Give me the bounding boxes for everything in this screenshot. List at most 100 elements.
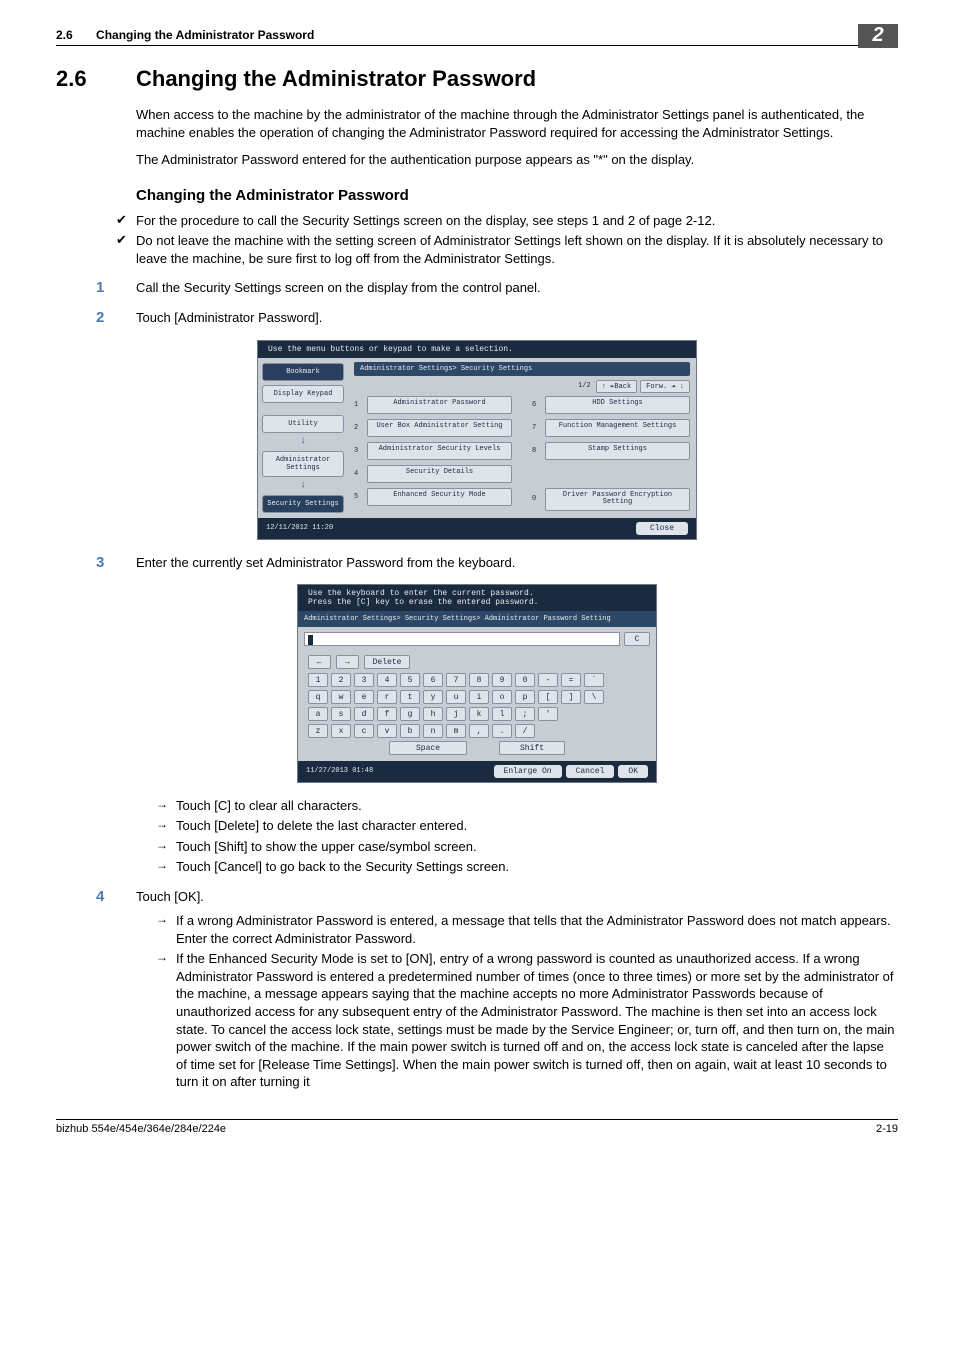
display-keypad-tab[interactable]: Display Keypad — [262, 385, 344, 403]
keyboard-key[interactable]: s — [331, 707, 351, 721]
keyboard-key[interactable]: i — [469, 690, 489, 704]
keyboard-key[interactable]: r — [377, 690, 397, 704]
check-text-2: Do not leave the machine with the settin… — [136, 232, 898, 267]
step-1-num: 1 — [96, 279, 136, 297]
keyboard-key[interactable]: b — [400, 724, 420, 738]
password-input[interactable] — [304, 632, 620, 646]
clear-button[interactable]: C — [624, 632, 650, 646]
footer-model: bizhub 554e/454e/364e/284e/224e — [56, 1123, 226, 1135]
user-box-admin-button[interactable]: User Box Administrator Setting — [367, 419, 512, 437]
keyboard-key[interactable]: \ — [584, 690, 604, 704]
keyboard-key[interactable]: j — [446, 707, 466, 721]
keyboard-key[interactable]: 1 — [308, 673, 328, 687]
cursor-right-button[interactable]: → — [336, 655, 359, 669]
page-indicator: 1/2 — [578, 380, 591, 393]
keyboard-key[interactable]: k — [469, 707, 489, 721]
keyboard-key[interactable]: , — [469, 724, 489, 738]
hdd-settings-button[interactable]: HDD Settings — [545, 396, 690, 414]
admin-sec-levels-button[interactable]: Administrator Security Levels — [367, 442, 512, 460]
menu-num: 4 — [354, 470, 362, 478]
keyboard-key[interactable]: 6 — [423, 673, 443, 687]
keyboard-key[interactable]: ' — [538, 707, 558, 721]
keyboard-key[interactable]: 3 — [354, 673, 374, 687]
keyboard-key[interactable]: 9 — [492, 673, 512, 687]
keyboard-key[interactable]: y — [423, 690, 443, 704]
space-key[interactable]: Space — [389, 741, 467, 755]
running-title: Changing the Administrator Password — [96, 28, 314, 42]
menu-num: 3 — [354, 447, 362, 455]
section-number: 2.6 — [56, 66, 136, 92]
keyboard-key[interactable]: 0 — [515, 673, 535, 687]
back-button[interactable]: ↑ ↞Back — [596, 380, 637, 393]
keyboard-key[interactable]: / — [515, 724, 535, 738]
close-button[interactable]: Close — [636, 522, 688, 535]
keyboard-key[interactable]: 8 — [469, 673, 489, 687]
security-settings-button[interactable]: Security Settings — [262, 495, 344, 513]
menu-num: 6 — [532, 401, 540, 409]
admin-settings-button[interactable]: Administrator Settings — [262, 451, 344, 477]
arrow-icon: → — [156, 797, 176, 815]
enlarge-button[interactable]: Enlarge On — [494, 765, 562, 778]
stamp-settings-button[interactable]: Stamp Settings — [545, 442, 690, 460]
cancel-button[interactable]: Cancel — [566, 765, 615, 778]
ok-button[interactable]: OK — [618, 765, 648, 778]
keyboard-key[interactable]: 4 — [377, 673, 397, 687]
keyboard-key[interactable]: d — [354, 707, 374, 721]
arrow-icon: → — [156, 912, 176, 947]
admin-password-button[interactable]: Administrator Password — [367, 396, 512, 414]
step4-sub1: If a wrong Administrator Password is ent… — [176, 912, 898, 947]
keyboard-key[interactable]: [ — [538, 690, 558, 704]
driver-pw-enc-button[interactable]: Driver Password Encryption Setting — [545, 488, 690, 511]
menu-num: 2 — [354, 424, 362, 432]
keyboard-key[interactable]: ` — [584, 673, 604, 687]
chapter-tab: 2 — [858, 24, 898, 48]
keyboard-key[interactable]: o — [492, 690, 512, 704]
menu-num: 8 — [532, 447, 540, 455]
keyboard-key[interactable]: u — [446, 690, 466, 704]
keyboard-key[interactable]: t — [400, 690, 420, 704]
keyboard-key[interactable]: c — [354, 724, 374, 738]
keyboard-key[interactable]: g — [400, 707, 420, 721]
keyboard-key[interactable]: 2 — [331, 673, 351, 687]
keyboard-key[interactable]: ] — [561, 690, 581, 704]
keyboard-key[interactable]: f — [377, 707, 397, 721]
keyboard-key[interactable]: - — [538, 673, 558, 687]
keyboard-key[interactable]: 5 — [400, 673, 420, 687]
shot1-datetime: 12/11/2012 11:20 — [266, 524, 333, 532]
keyboard-key[interactable]: 7 — [446, 673, 466, 687]
check-icon: ✔ — [116, 232, 136, 267]
shot2-datetime: 11/27/2013 01:48 — [306, 767, 373, 775]
keyboard-key[interactable]: p — [515, 690, 535, 704]
utility-button[interactable]: Utility — [262, 415, 344, 433]
cursor-left-button[interactable]: ← — [308, 655, 331, 669]
step-2-text: Touch [Administrator Password]. — [136, 309, 898, 327]
forward-button[interactable]: Forw. ↠ ↓ — [640, 380, 690, 393]
keyboard-key[interactable]: h — [423, 707, 443, 721]
keyboard-key[interactable]: x — [331, 724, 351, 738]
keyboard-key[interactable]: . — [492, 724, 512, 738]
keyboard-key[interactable]: n — [423, 724, 443, 738]
security-details-button[interactable]: Security Details — [367, 465, 512, 483]
keyboard-key[interactable]: z — [308, 724, 328, 738]
shift-key[interactable]: Shift — [499, 741, 565, 755]
keyboard-key[interactable]: ; — [515, 707, 535, 721]
step-1-text: Call the Security Settings screen on the… — [136, 279, 898, 297]
running-head: 2.6 Changing the Administrator Password — [56, 28, 898, 46]
keyboard-key[interactable]: a — [308, 707, 328, 721]
breadcrumb: Administrator Settings> Security Setting… — [354, 362, 690, 376]
keyboard-key[interactable]: w — [331, 690, 351, 704]
enhanced-security-button[interactable]: Enhanced Security Mode — [367, 488, 512, 506]
keyboard-key[interactable]: e — [354, 690, 374, 704]
running-secnum: 2.6 — [56, 28, 73, 42]
bookmark-tab[interactable]: Bookmark — [262, 363, 344, 381]
keyboard-key[interactable]: q — [308, 690, 328, 704]
keyboard-key[interactable]: m — [446, 724, 466, 738]
delete-button[interactable]: Delete — [364, 655, 411, 669]
keyboard-key[interactable]: v — [377, 724, 397, 738]
step-4-num: 4 — [96, 888, 136, 906]
keyboard-key[interactable]: = — [561, 673, 581, 687]
function-mgmt-button[interactable]: Function Management Settings — [545, 419, 690, 437]
step-3-text: Enter the currently set Administrator Pa… — [136, 554, 898, 572]
step-4-text: Touch [OK]. — [136, 888, 898, 906]
keyboard-key[interactable]: l — [492, 707, 512, 721]
